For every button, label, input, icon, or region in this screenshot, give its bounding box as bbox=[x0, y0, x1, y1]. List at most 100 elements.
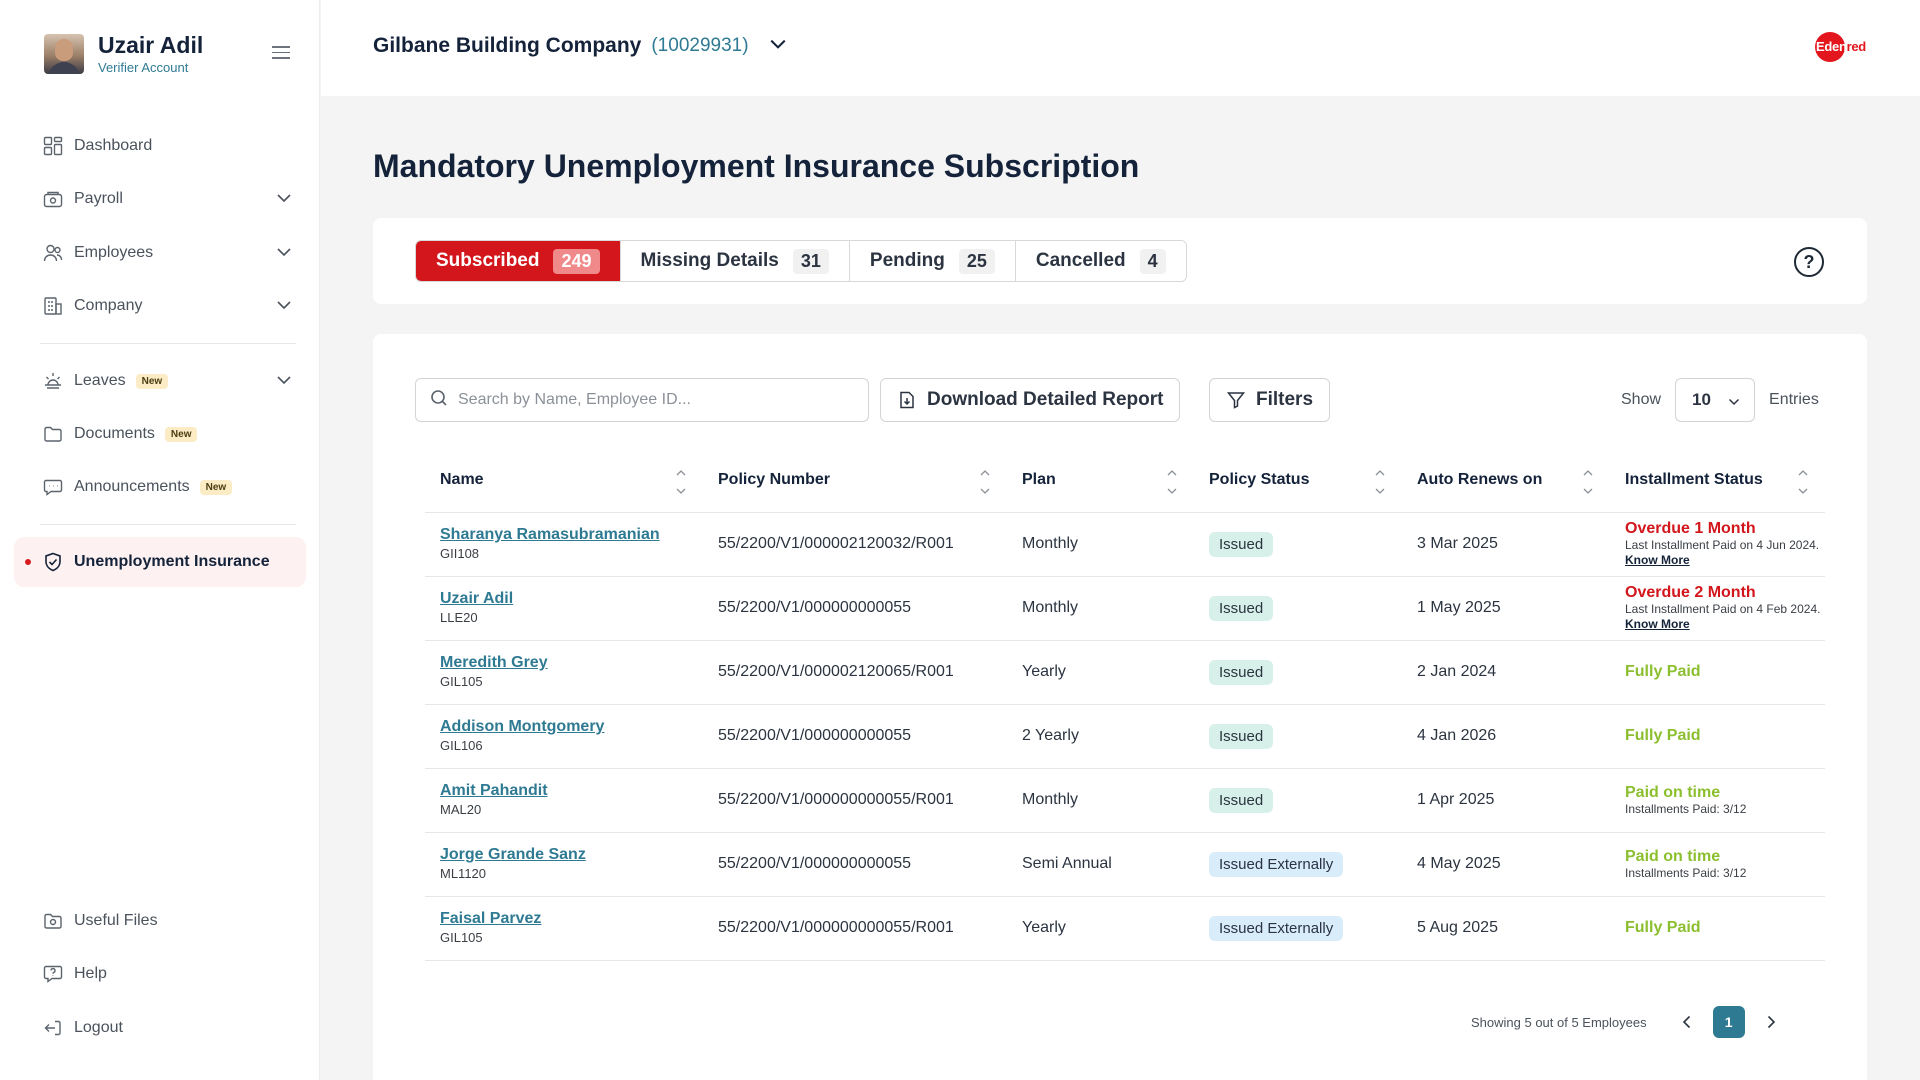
sidebar-item-useful-files[interactable]: Useful Files bbox=[14, 896, 306, 946]
avatar bbox=[44, 34, 84, 74]
company-id: (10029931) bbox=[651, 35, 749, 56]
help-circle-icon[interactable]: ? bbox=[1794, 247, 1824, 277]
tab-pending[interactable]: Pending 25 bbox=[849, 241, 1016, 281]
sidebar-item-logout[interactable]: Logout bbox=[14, 1003, 306, 1053]
column-header-plan[interactable]: Plan bbox=[1007, 448, 1194, 512]
user-name: Uzair Adil bbox=[98, 32, 204, 58]
employee-name-link[interactable]: Faisal Parvez bbox=[440, 909, 703, 929]
new-badge: New bbox=[164, 426, 198, 442]
sidebar-item-label: Dashboard bbox=[74, 137, 153, 154]
employee-id: GIL105 bbox=[440, 930, 483, 945]
tab-cancelled[interactable]: Cancelled 4 bbox=[1015, 241, 1186, 281]
sort-icon[interactable] bbox=[1374, 468, 1386, 496]
installment-status: Paid on time bbox=[1625, 847, 1721, 865]
sun-icon bbox=[42, 370, 64, 392]
tab-count: 249 bbox=[553, 248, 600, 274]
installment-status: Overdue 1 Month bbox=[1625, 520, 1756, 537]
policy-status-badge: Issued bbox=[1209, 531, 1274, 557]
policy-status-badge: Issued bbox=[1209, 659, 1274, 685]
auto-renews-date: 1 Apr 2025 bbox=[1402, 767, 1610, 832]
payroll-icon bbox=[42, 188, 64, 210]
policy-number: 55/2200/V1/000000000055 bbox=[703, 575, 1007, 640]
sidebar-item-label: Logout bbox=[74, 1019, 123, 1036]
sidebar-item-dashboard[interactable]: Dashboard bbox=[14, 121, 306, 171]
column-header-name[interactable]: Name bbox=[425, 448, 703, 512]
sidebar-item-help[interactable]: Help bbox=[14, 949, 306, 999]
chevron-left-icon[interactable] bbox=[1675, 1010, 1699, 1034]
sidebar-item-documents[interactable]: Documents New bbox=[14, 409, 306, 459]
policy-number: 55/2200/V1/000000000055 bbox=[703, 831, 1007, 896]
new-badge: New bbox=[199, 479, 233, 495]
search-icon bbox=[430, 389, 448, 412]
employee-name-link[interactable]: Uzair Adil bbox=[440, 589, 703, 609]
sidebar-item-announcements[interactable]: Announcements New bbox=[14, 462, 306, 512]
auto-renews-date: 2 Jan 2024 bbox=[1402, 639, 1610, 704]
sidebar-item-company[interactable]: Company bbox=[14, 281, 306, 331]
know-more-link[interactable]: Know More bbox=[1625, 617, 1690, 631]
column-header-policy-number[interactable]: Policy Number bbox=[703, 448, 1007, 512]
tab-subscribed[interactable]: Subscribed 249 bbox=[416, 241, 621, 281]
sort-icon[interactable] bbox=[1582, 468, 1594, 496]
installment-status: Paid on time bbox=[1625, 783, 1721, 801]
employee-name-link[interactable]: Amit Pahandit bbox=[440, 781, 703, 801]
sort-icon[interactable] bbox=[675, 468, 687, 496]
chat-bubble-icon bbox=[42, 476, 64, 498]
column-header-policy-status[interactable]: Policy Status bbox=[1194, 448, 1402, 512]
user-profile[interactable]: Uzair Adil Verifier Account bbox=[44, 32, 203, 76]
table-row: Faisal Parvez GIL105 55/2200/V1/000000000… bbox=[425, 895, 1825, 961]
status-tabs-card: Subscribed 249 Missing Details 31 Pending 2… bbox=[373, 218, 1867, 304]
chevron-down-icon bbox=[1729, 398, 1740, 406]
auto-renews-date: 1 May 2025 bbox=[1402, 575, 1610, 640]
sidebar-item-payroll[interactable]: Payroll bbox=[14, 174, 306, 224]
sidebar-item-label: Documents bbox=[74, 425, 155, 442]
tab-count: 31 bbox=[792, 248, 829, 274]
tab-missing-details[interactable]: Missing Details 31 bbox=[620, 241, 850, 281]
policy-status-badge: Issued bbox=[1209, 787, 1274, 813]
sidebar: Uzair Adil Verifier Account Dashboard Pa… bbox=[0, 0, 320, 1080]
building-icon bbox=[42, 295, 64, 317]
employee-id: GII108 bbox=[440, 546, 480, 561]
policy-number: 55/2200/V1/000000000055/R001 bbox=[703, 895, 1007, 961]
column-header-installment-status[interactable]: Installment Status bbox=[1610, 448, 1825, 512]
sidebar-item-label: Leaves bbox=[74, 372, 126, 389]
employee-name-link[interactable]: Addison Montgomery bbox=[440, 717, 703, 737]
employee-name-link[interactable]: Jorge Grande Sanz bbox=[440, 845, 703, 865]
pagination: Showing 5 out of 5 Employees 1 bbox=[1471, 1006, 1783, 1038]
table-row: Jorge Grande Sanz ML1120 55/2200/V1/00000… bbox=[425, 831, 1825, 896]
sort-icon[interactable] bbox=[979, 468, 991, 496]
user-role: Verifier Account bbox=[98, 60, 189, 75]
filters-button[interactable]: Filters bbox=[1209, 378, 1331, 422]
download-report-label: Download Detailed Report bbox=[927, 389, 1164, 410]
active-indicator bbox=[25, 559, 31, 565]
file-folder-icon bbox=[42, 910, 64, 932]
entries-value: 10 bbox=[1692, 390, 1711, 409]
plan: 2 Yearly bbox=[1007, 703, 1194, 768]
entries-select[interactable]: 10 bbox=[1675, 378, 1756, 422]
hamburger-menu-icon[interactable] bbox=[272, 46, 290, 60]
employee-id: LLE20 bbox=[440, 610, 478, 625]
know-more-link[interactable]: Know More bbox=[1625, 553, 1690, 567]
sidebar-divider bbox=[40, 343, 296, 344]
tab-count: 25 bbox=[958, 248, 995, 274]
entries-label: Entries bbox=[1769, 391, 1819, 408]
employee-name-link[interactable]: Meredith Grey bbox=[440, 653, 703, 673]
employee-name-link[interactable]: Sharanya Ramasubramanian bbox=[440, 525, 703, 545]
employee-id: GIL106 bbox=[440, 738, 483, 753]
sidebar-item-leaves[interactable]: Leaves New bbox=[14, 356, 306, 406]
column-header-auto-renews[interactable]: Auto Renews on bbox=[1402, 448, 1610, 512]
sidebar-item-employees[interactable]: Employees bbox=[14, 228, 306, 278]
download-file-icon bbox=[900, 391, 914, 409]
search-input[interactable] bbox=[458, 391, 838, 409]
sidebar-item-unemployment-insurance[interactable]: Unemployment Insurance bbox=[14, 537, 306, 587]
sort-icon[interactable] bbox=[1166, 468, 1178, 496]
chevron-right-icon[interactable] bbox=[1759, 1010, 1783, 1034]
company-selector[interactable]: Gilbane Building Company (10029931) bbox=[373, 34, 787, 58]
installment-status: Overdue 2 Month bbox=[1625, 584, 1756, 601]
plan: Monthly bbox=[1007, 767, 1194, 832]
page-button-current[interactable]: 1 bbox=[1712, 1006, 1745, 1038]
page-title: Mandatory Unemployment Insurance Subscri… bbox=[373, 148, 1140, 184]
installment-status: Fully Paid bbox=[1625, 663, 1701, 680]
installment-note: Last Installment Paid on 4 Feb 2024. bbox=[1625, 602, 1821, 616]
download-report-button[interactable]: Download Detailed Report bbox=[880, 378, 1181, 422]
sort-icon[interactable] bbox=[1797, 468, 1809, 496]
